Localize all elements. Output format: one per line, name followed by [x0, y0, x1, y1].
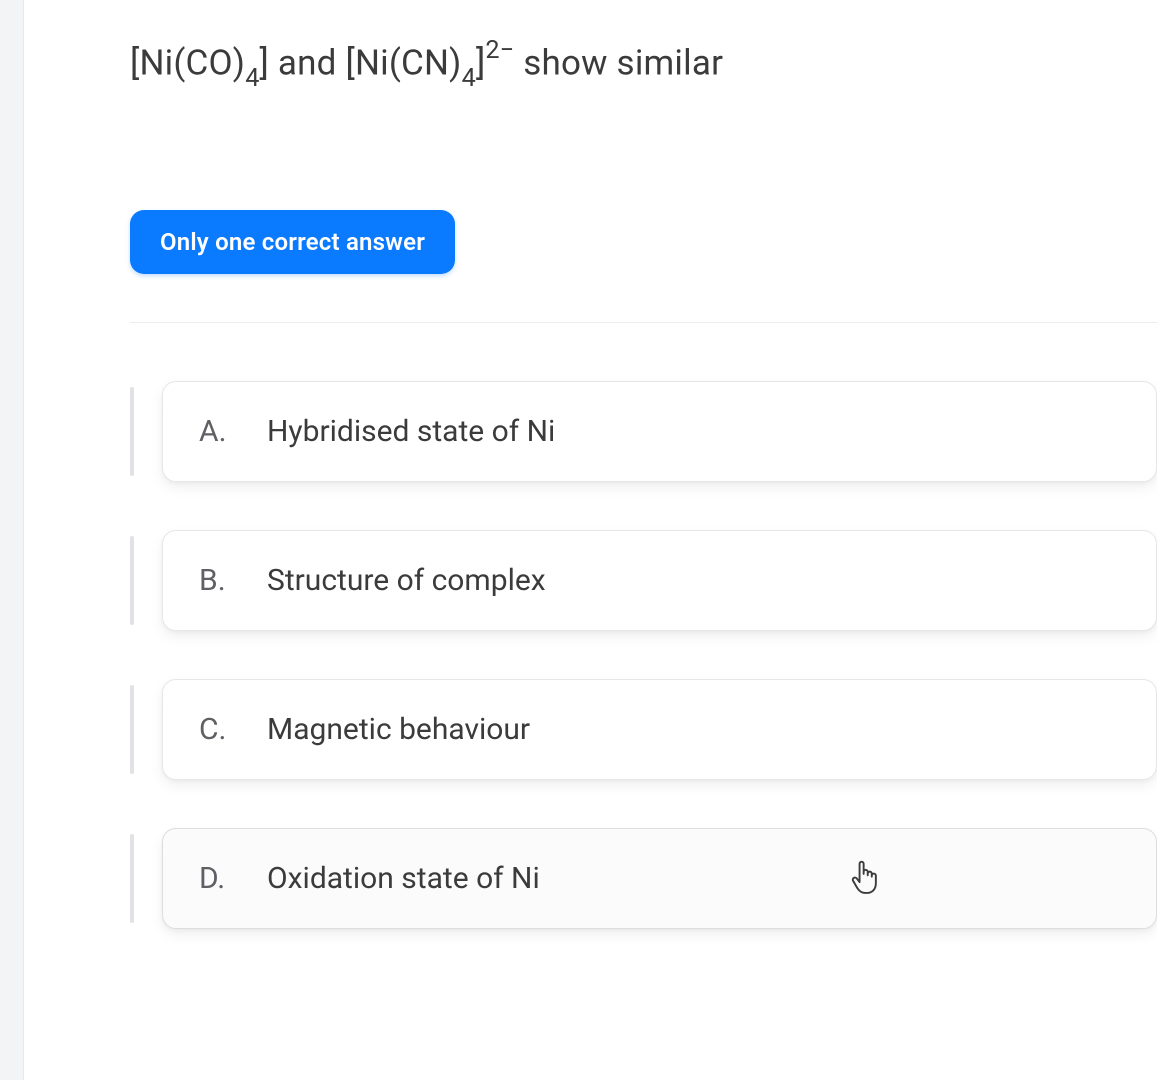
left-gutter	[0, 0, 24, 1080]
option-a-wrap: A. Hybridised state of Ni	[130, 381, 1157, 482]
question-container: [Ni(CO)4] and [Ni(CN)4]2− show similar O…	[0, 0, 1157, 929]
option-letter: A.	[199, 414, 227, 449]
question-part: [Ni(CO)	[130, 43, 245, 84]
option-a[interactable]: A. Hybridised state of Ni	[162, 381, 1157, 482]
option-d-wrap: D. Oxidation state of Ni	[130, 828, 1157, 929]
divider	[130, 322, 1157, 323]
option-label: Hybridised state of Ni	[267, 414, 555, 449]
option-b[interactable]: B. Structure of complex	[162, 530, 1157, 631]
option-d[interactable]: D. Oxidation state of Ni	[162, 828, 1157, 929]
option-label: Oxidation state of Ni	[267, 861, 540, 896]
option-c[interactable]: C. Magnetic behaviour	[162, 679, 1157, 780]
question-text: [Ni(CO)4] and [Ni(CN)4]2− show similar	[130, 40, 1157, 90]
question-part: ] and [Ni(CN)	[260, 43, 462, 84]
option-letter: C.	[199, 712, 227, 747]
option-label: Structure of complex	[267, 563, 546, 598]
option-left-accent	[130, 834, 134, 923]
question-part: show similar	[514, 43, 723, 84]
question-subscript-2: 4	[462, 64, 476, 93]
option-left-accent	[130, 387, 134, 476]
option-b-wrap: B. Structure of complex	[130, 530, 1157, 631]
answer-type-badge: Only one correct answer	[130, 210, 455, 274]
question-superscript: 2−	[485, 36, 514, 65]
question-subscript-1: 4	[245, 64, 259, 93]
question-part: ]	[476, 43, 485, 84]
option-label: Magnetic behaviour	[267, 712, 530, 747]
option-c-wrap: C. Magnetic behaviour	[130, 679, 1157, 780]
option-letter: D.	[199, 861, 227, 896]
option-letter: B.	[199, 563, 227, 598]
pointer-cursor-icon	[848, 859, 882, 897]
options-list: A. Hybridised state of Ni B. Structure o…	[130, 381, 1157, 929]
option-left-accent	[130, 685, 134, 774]
option-left-accent	[130, 536, 134, 625]
